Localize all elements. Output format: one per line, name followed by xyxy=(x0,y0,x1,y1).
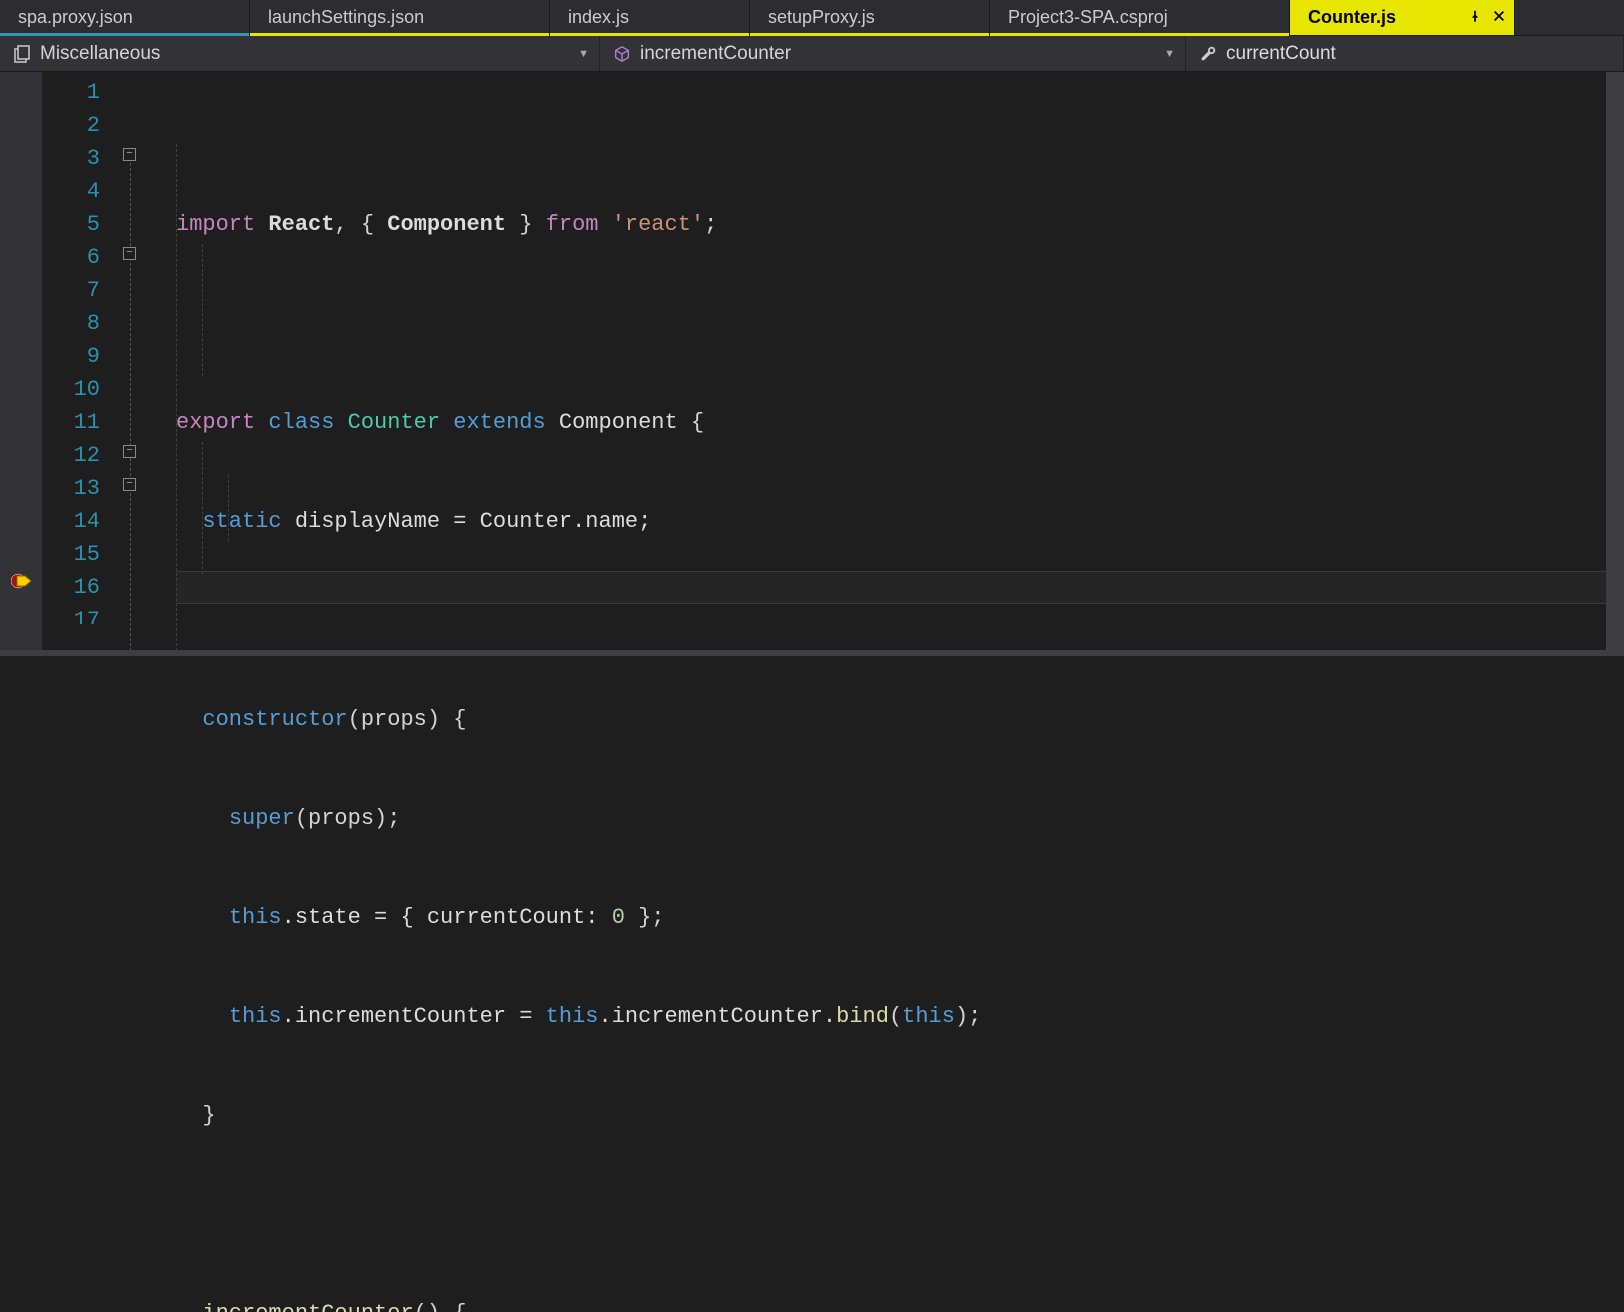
nav-method-dropdown[interactable]: incrementCounter ▼ xyxy=(600,36,1186,71)
line-number: 2 xyxy=(42,109,100,142)
horizontal-scrollbar[interactable] xyxy=(0,650,1624,656)
fold-toggle[interactable]: − xyxy=(123,478,136,491)
line-number: 11 xyxy=(42,406,100,439)
cube-icon xyxy=(612,44,632,64)
tab-counter-js-active[interactable]: Counter.js xyxy=(1290,0,1515,35)
line-number: 15 xyxy=(42,538,100,571)
nav-project-dropdown[interactable]: Miscellaneous ▼ xyxy=(0,36,600,71)
tab-label: index.js xyxy=(568,7,731,28)
tab-label: spa.proxy.json xyxy=(18,7,231,28)
tab-label: Counter.js xyxy=(1308,7,1468,28)
fold-toggle[interactable]: − xyxy=(123,148,136,161)
navigation-bar: Miscellaneous ▼ incrementCounter ▼ curre… xyxy=(0,36,1624,72)
tab-launch-settings[interactable]: launchSettings.json xyxy=(250,0,550,35)
line-number: 5 xyxy=(42,208,100,241)
tab-index-js[interactable]: index.js xyxy=(550,0,750,35)
files-icon xyxy=(12,44,32,64)
nav-member-dropdown[interactable]: currentCount xyxy=(1186,36,1624,71)
line-number: 17 xyxy=(42,604,100,624)
fold-toggle[interactable]: − xyxy=(123,247,136,260)
line-number-gutter: 1 2 3 4 5 6 7 8 9 10 11 12 13 14 15 16 1… xyxy=(42,72,118,656)
tab-spa-proxy[interactable]: spa.proxy.json xyxy=(0,0,250,35)
line-number: 1 xyxy=(42,76,100,109)
nav-project-label: Miscellaneous xyxy=(40,43,160,65)
tab-label: launchSettings.json xyxy=(268,7,531,28)
code-editor[interactable]: 1 2 3 4 5 6 7 8 9 10 11 12 13 14 15 16 1… xyxy=(0,72,1624,656)
chevron-down-icon: ▼ xyxy=(1164,48,1175,60)
line-number: 13 xyxy=(42,472,100,505)
breakpoint-arrow-icon[interactable] xyxy=(8,571,36,591)
tab-csproj[interactable]: Project3-SPA.csproj xyxy=(990,0,1290,35)
line-number: 14 xyxy=(42,505,100,538)
line-number: 3 xyxy=(42,142,100,175)
current-line-highlight xyxy=(176,571,1616,604)
line-number: 8 xyxy=(42,307,100,340)
tab-label: Project3-SPA.csproj xyxy=(1008,7,1271,28)
line-number: 12 xyxy=(42,439,100,472)
pin-icon[interactable] xyxy=(1468,9,1482,26)
tab-label: setupProxy.js xyxy=(768,7,971,28)
line-number: 16 xyxy=(42,571,100,604)
nav-member-label: currentCount xyxy=(1226,43,1336,65)
line-number: 4 xyxy=(42,175,100,208)
fold-toggle[interactable]: − xyxy=(123,445,136,458)
line-number: 9 xyxy=(42,340,100,373)
fold-gutter[interactable]: − − − − xyxy=(118,72,176,656)
line-number: 10 xyxy=(42,373,100,406)
line-number: 7 xyxy=(42,274,100,307)
line-number: 6 xyxy=(42,241,100,274)
code-area[interactable]: import React, { Component } from 'react'… xyxy=(176,72,1624,656)
tab-setup-proxy[interactable]: setupProxy.js xyxy=(750,0,990,35)
wrench-icon xyxy=(1198,44,1218,64)
tab-bar: spa.proxy.json launchSettings.json index… xyxy=(0,0,1624,36)
nav-method-label: incrementCounter xyxy=(640,43,791,65)
chevron-down-icon: ▼ xyxy=(578,48,589,60)
vertical-scrollbar[interactable] xyxy=(1606,72,1624,652)
close-icon[interactable] xyxy=(1492,9,1506,26)
breakpoint-gutter[interactable] xyxy=(0,72,42,656)
